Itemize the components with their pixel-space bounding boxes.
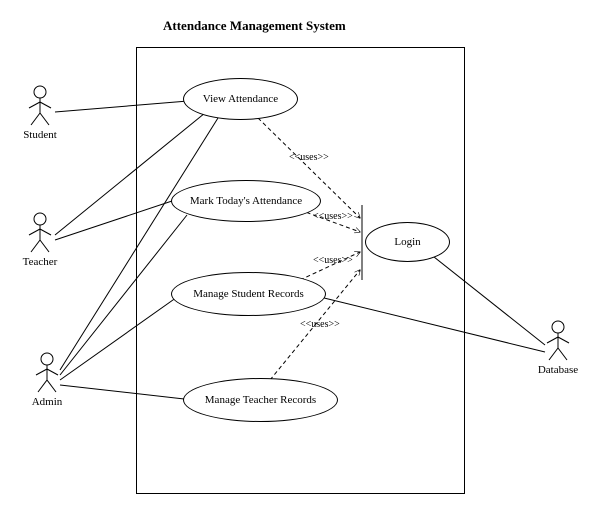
person-icon [25, 85, 55, 127]
usecase-manage-student-records: Manage Student Records [171, 272, 326, 316]
person-icon [543, 320, 573, 362]
uses-label-teacher-login: <<uses>> [300, 319, 340, 330]
usecase-mark-attendance: Mark Today's Attendance [171, 180, 321, 222]
uses-label-view-login: <<uses>> [289, 152, 329, 163]
actor-teacher-label: Teacher [15, 256, 65, 268]
actor-database: Database [533, 320, 583, 376]
actor-teacher: Teacher [15, 212, 65, 268]
actor-student: Student [15, 85, 65, 141]
person-icon [25, 212, 55, 254]
diagram-title: Attendance Management System [163, 18, 346, 34]
diagram-canvas: Attendance Management System [0, 0, 600, 510]
person-icon [32, 352, 62, 394]
uses-label-mark-login: <<uses>> [313, 211, 353, 222]
actor-admin: Admin [22, 352, 72, 408]
uses-label-student-login: <<uses>> [313, 255, 353, 266]
usecase-manage-teacher-records: Manage Teacher Records [183, 378, 338, 422]
usecase-view-attendance: View Attendance [183, 78, 298, 120]
actor-admin-label: Admin [22, 396, 72, 408]
actor-student-label: Student [15, 129, 65, 141]
usecase-login: Login [365, 222, 450, 262]
actor-database-label: Database [533, 364, 583, 376]
system-boundary [136, 47, 465, 494]
